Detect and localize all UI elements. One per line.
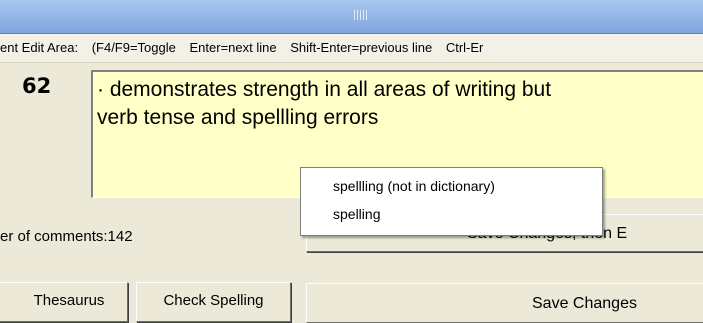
splitter-grip-icon[interactable] bbox=[349, 10, 371, 20]
keyboard-hint-bar: ent Edit Area: (F4/F9=Toggle Enter=next … bbox=[0, 34, 703, 63]
comment-text-line-2: verb tense and spellling errors bbox=[97, 106, 379, 129]
hint-enter: Enter=next line bbox=[189, 40, 277, 55]
hint-edit-area: ent Edit Area: bbox=[0, 40, 79, 55]
thesaurus-button[interactable]: Thesaurus bbox=[0, 282, 128, 322]
hint-ctrl: Ctrl-Er bbox=[445, 40, 484, 55]
save-changes-button[interactable]: Save Changes bbox=[306, 283, 703, 323]
menu-item-not-in-dictionary[interactable]: spellling (not in dictionary) bbox=[333, 178, 495, 194]
comment-number: 62 bbox=[22, 74, 52, 98]
menu-item-spelling[interactable]: spelling bbox=[333, 206, 380, 222]
hint-shift-enter: Shift-Enter=previous line bbox=[290, 40, 433, 55]
spelling-suggestion-menu: spellling (not in dictionary) spelling bbox=[300, 167, 603, 236]
splitter-bar[interactable] bbox=[0, 0, 703, 34]
comment-count: er of comments:142 bbox=[0, 228, 133, 245]
hint-toggle: (F4/F9=Toggle bbox=[91, 40, 176, 55]
comment-text-line-1: · demonstrates strength in all areas of … bbox=[97, 78, 552, 101]
check-spelling-button[interactable]: Check Spelling bbox=[136, 282, 291, 322]
